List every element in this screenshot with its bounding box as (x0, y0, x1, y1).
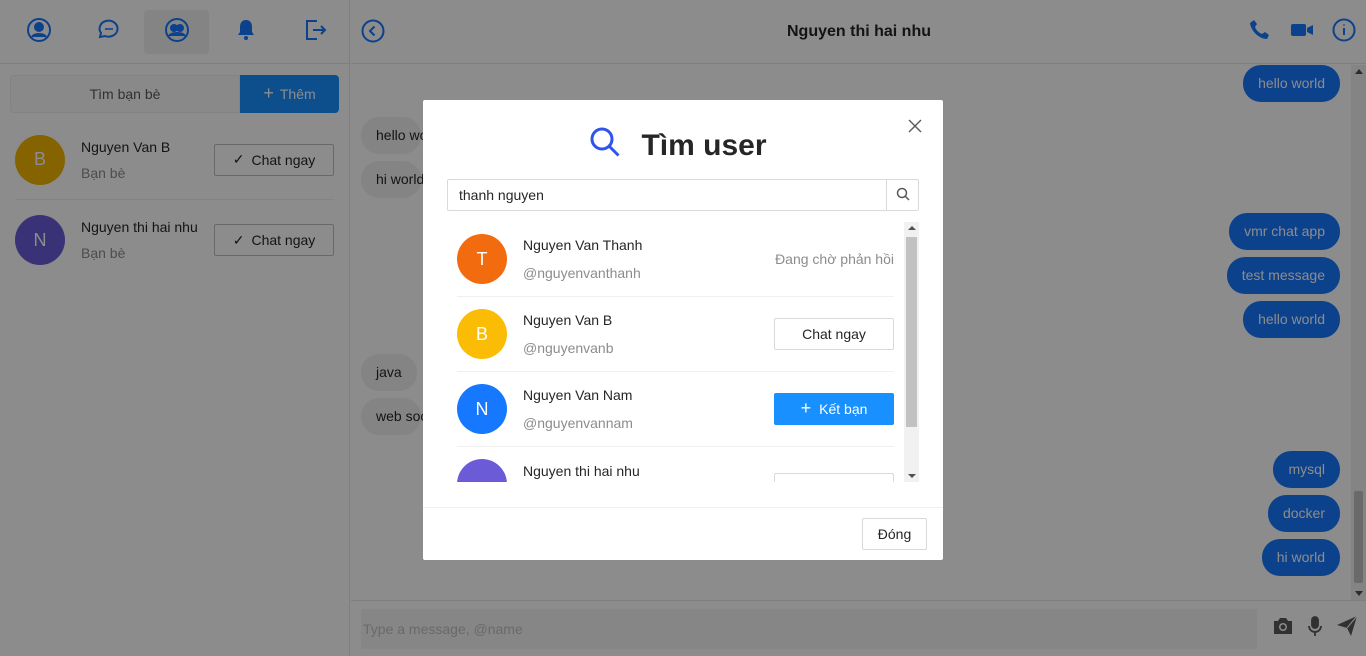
chat-now-button[interactable]: Chat ngay (774, 318, 894, 350)
result-item: Nguyen thi hai nhu (457, 447, 894, 482)
user-search (447, 179, 919, 211)
user-search-input[interactable] (447, 179, 886, 211)
close-button[interactable]: Đóng (862, 518, 927, 550)
pending-status: Đang chờ phản hồi (775, 251, 894, 267)
scroll-up-arrow[interactable] (908, 226, 916, 230)
scroll-thumb[interactable] (906, 237, 917, 427)
search-icon (896, 187, 910, 204)
avatar: N (457, 384, 507, 434)
modal-title-text: Tìm user (641, 129, 767, 162)
result-handle: @nguyenvanthanh (523, 265, 641, 281)
search-results: T Nguyen Van Thanh @nguyenvanthanh Đang … (457, 222, 919, 482)
results-scrollbar[interactable] (904, 222, 919, 482)
add-friend-label: Kết bạn (819, 401, 868, 417)
user-search-button[interactable] (886, 179, 919, 211)
result-item: N Nguyen Van Nam @nguyenvannam + Kết bạn (457, 372, 894, 447)
avatar: B (457, 309, 507, 359)
chat-now-button[interactable] (774, 473, 894, 482)
result-item: T Nguyen Van Thanh @nguyenvanthanh Đang … (457, 222, 894, 297)
modal-footer: Đóng (423, 507, 943, 560)
modal-title: Tìm user (423, 126, 943, 166)
search-icon (589, 126, 621, 166)
plus-icon: + (800, 398, 812, 418)
scroll-down-arrow[interactable] (908, 474, 916, 478)
result-name: Nguyen Van B (523, 312, 613, 328)
result-item: B Nguyen Van B @nguyenvanb Chat ngay (457, 297, 894, 372)
avatar (457, 459, 507, 482)
result-handle: @nguyenvannam (523, 415, 633, 431)
result-name: Nguyen Van Thanh (523, 237, 643, 253)
result-handle: @nguyenvanb (523, 340, 614, 356)
add-friend-button[interactable]: + Kết bạn (774, 393, 894, 425)
result-name: Nguyen Van Nam (523, 387, 633, 403)
avatar: T (457, 234, 507, 284)
result-name: Nguyen thi hai nhu (523, 463, 640, 479)
find-user-modal: Tìm user T Nguyen Van Thanh @nguyenvanth… (423, 100, 943, 560)
